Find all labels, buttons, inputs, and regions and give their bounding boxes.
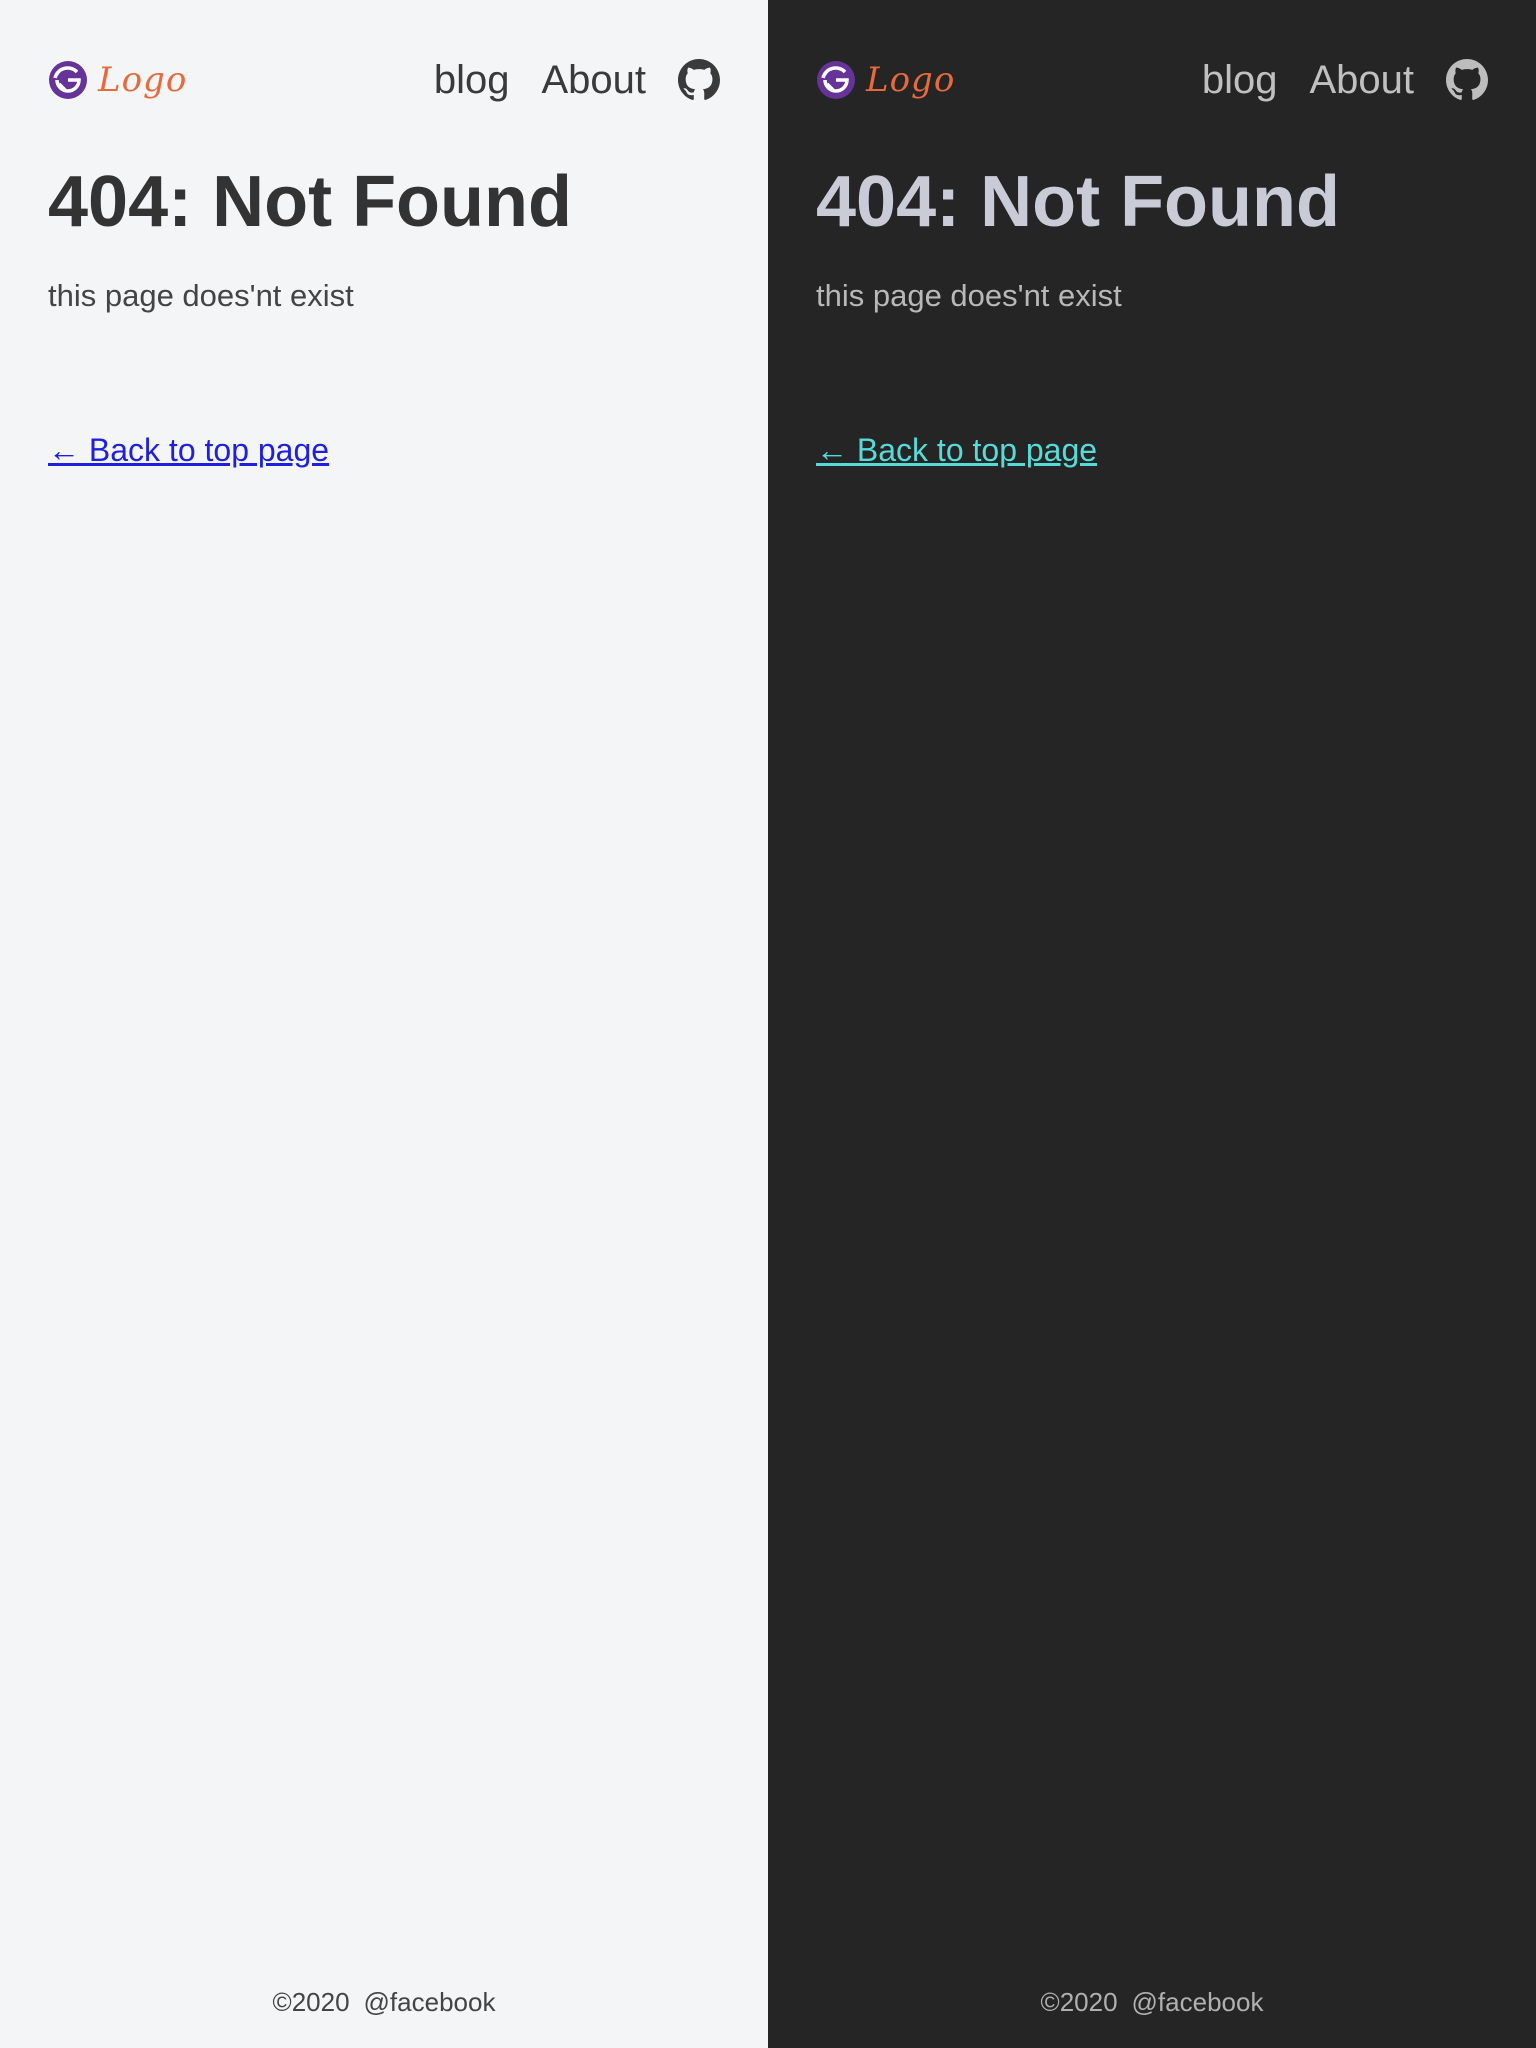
copyright-text: ©2020: [1040, 1987, 1118, 2017]
nav-link-blog[interactable]: blog: [434, 58, 510, 103]
split-view: Logo blog About 404: Not Found this page…: [0, 0, 1536, 2048]
main-nav: blog About: [1202, 58, 1488, 103]
github-icon[interactable]: [1446, 59, 1488, 101]
nav-link-blog[interactable]: blog: [1202, 58, 1278, 103]
page-subtitle: this page does'nt exist: [48, 278, 354, 313]
page-title: 404: Not Found: [48, 162, 572, 242]
main-content: 404: Not Found this page does'nt exist ←…: [48, 160, 720, 469]
logo-text: Logo: [866, 60, 956, 100]
main-nav: blog About: [434, 58, 720, 103]
home-logo-link[interactable]: Logo: [48, 60, 187, 100]
dark-theme-pane: Logo blog About 404: Not Found this page…: [768, 0, 1536, 2048]
gatsby-logo-icon: [816, 60, 856, 100]
back-to-top-link[interactable]: ← Back to top page: [48, 432, 329, 469]
light-theme-pane: Logo blog About 404: Not Found this page…: [0, 0, 768, 2048]
nav-link-about[interactable]: About: [541, 58, 646, 103]
logo-text: Logo: [98, 60, 188, 100]
nav-link-about[interactable]: About: [1309, 58, 1414, 103]
site-footer: ©2020 @facebook: [768, 1987, 1536, 2018]
copyright-text: ©2020: [272, 1987, 350, 2017]
home-logo-link[interactable]: Logo: [816, 60, 955, 100]
site-footer: ©2020 @facebook: [0, 1987, 768, 2018]
facebook-link[interactable]: @facebook: [364, 1987, 496, 2017]
back-to-top-link[interactable]: ← Back to top page: [816, 432, 1097, 469]
facebook-link[interactable]: @facebook: [1132, 1987, 1264, 2017]
page-subtitle: this page does'nt exist: [816, 278, 1122, 313]
gatsby-logo-icon: [48, 60, 88, 100]
main-content: 404: Not Found this page does'nt exist ←…: [816, 160, 1488, 469]
site-header: Logo blog About: [48, 0, 720, 160]
site-header: Logo blog About: [816, 0, 1488, 160]
github-icon[interactable]: [678, 59, 720, 101]
page-title: 404: Not Found: [816, 162, 1340, 242]
